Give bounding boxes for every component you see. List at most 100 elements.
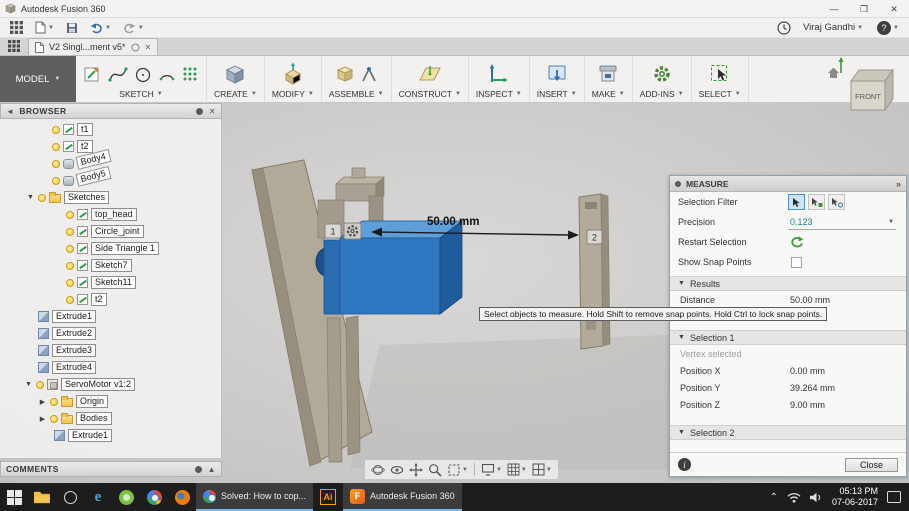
tab-close-icon[interactable]: ✕ bbox=[145, 43, 152, 52]
browser-item-label[interactable]: ServoMotor v1:2 bbox=[61, 378, 136, 391]
network-icon[interactable] bbox=[787, 492, 801, 503]
redo-button[interactable]: ▼ bbox=[121, 19, 146, 37]
data-panel-toggle[interactable] bbox=[0, 37, 28, 55]
create-solid-icon[interactable] bbox=[223, 62, 247, 86]
servo-side-face[interactable] bbox=[439, 220, 463, 315]
save-button[interactable] bbox=[64, 19, 80, 37]
browser-item-label[interactable]: Bodies bbox=[76, 412, 112, 425]
browser-item-extrude1-child[interactable]: Extrude1 bbox=[0, 427, 113, 444]
chrome-icon[interactable] bbox=[140, 483, 168, 511]
expand-arrow-icon[interactable]: ▼ bbox=[24, 381, 33, 388]
inspect-menu[interactable]: INSPECT ▼ bbox=[476, 89, 522, 99]
filter-body-button[interactable] bbox=[788, 194, 805, 210]
make-menu[interactable]: MAKE ▼ bbox=[592, 89, 625, 99]
modify-menu[interactable]: MODIFY ▼ bbox=[272, 89, 314, 99]
pattern-tool-icon[interactable] bbox=[181, 65, 199, 83]
browser-item-label[interactable]: Extrude2 bbox=[52, 327, 97, 340]
browser-item-label[interactable]: Extrude4 bbox=[52, 361, 97, 374]
browser-item-label[interactable]: top_head bbox=[91, 208, 137, 221]
document-tab[interactable]: V2 Singl...ment v5* ✕ bbox=[28, 38, 159, 55]
browser-item-label[interactable]: Circle_joint bbox=[91, 225, 144, 238]
expand-arrow-icon[interactable]: ▼ bbox=[26, 194, 35, 201]
visibility-bulb-icon[interactable] bbox=[66, 227, 74, 236]
start-button[interactable] bbox=[0, 483, 28, 511]
show-snap-points-checkbox[interactable] bbox=[791, 256, 802, 268]
results-section-header[interactable]: ▼ Results bbox=[670, 276, 906, 291]
browser-item-origin[interactable]: ▶ Origin bbox=[0, 393, 109, 410]
workspace-selector[interactable]: MODEL ▼ bbox=[0, 56, 76, 102]
servo-flange[interactable] bbox=[323, 239, 341, 315]
construction-plane-icon[interactable] bbox=[417, 63, 443, 85]
browser-item-label[interactable]: Extrude1 bbox=[68, 429, 113, 442]
cortana-icon[interactable] bbox=[56, 483, 84, 511]
action-center-icon[interactable] bbox=[887, 491, 901, 503]
browser-item-extrude1[interactable]: Extrude1 bbox=[0, 308, 97, 325]
info-icon[interactable]: i bbox=[678, 458, 691, 471]
visibility-bulb-icon[interactable] bbox=[66, 244, 74, 253]
display-settings-menu[interactable]: ▼ bbox=[479, 461, 504, 478]
bracket-leg-left[interactable] bbox=[326, 317, 343, 463]
browser-item-side-triangle[interactable]: Side Triangle 1 bbox=[0, 240, 160, 257]
circle-tool-icon[interactable] bbox=[133, 64, 153, 84]
measure-tool-icon[interactable] bbox=[488, 63, 510, 85]
browser-item-label[interactable]: Extrude3 bbox=[52, 344, 97, 357]
browser-item-label[interactable]: Side Triangle 1 bbox=[91, 242, 160, 255]
browser-item-t2[interactable]: t2 bbox=[0, 138, 93, 155]
help-menu[interactable]: ? ▼ bbox=[875, 19, 901, 37]
visibility-bulb-icon[interactable] bbox=[52, 142, 60, 151]
visibility-bulb-icon[interactable] bbox=[38, 193, 46, 202]
browser-item-sketch7[interactable]: Sketch7 bbox=[0, 257, 132, 274]
panel-close-icon[interactable]: ✕ bbox=[209, 107, 216, 116]
browser-item-sketches-folder[interactable]: ▼ Sketches bbox=[0, 189, 110, 206]
selection2-section-header[interactable]: ▼ Selection 2 bbox=[670, 425, 906, 440]
construct-menu[interactable]: CONSTRUCT ▼ bbox=[399, 89, 461, 99]
viewcube-home-icon[interactable] bbox=[828, 67, 839, 79]
browser-item-label[interactable]: Sketches bbox=[64, 191, 110, 204]
add-ins-gear-icon[interactable] bbox=[651, 63, 673, 85]
visibility-bulb-icon[interactable] bbox=[50, 397, 58, 406]
volume-icon[interactable] bbox=[809, 492, 823, 503]
collapsed-arrow-icon[interactable]: ▶ bbox=[38, 398, 47, 406]
precision-dropdown[interactable]: 0.123 ▼ bbox=[788, 215, 896, 230]
browser-item-label[interactable]: t1 bbox=[77, 123, 93, 136]
file-explorer-icon[interactable] bbox=[28, 483, 56, 511]
insert-icon[interactable] bbox=[546, 63, 568, 85]
browser-item-label[interactable]: Sketch11 bbox=[91, 276, 136, 289]
fit-tool[interactable]: ▼ bbox=[445, 461, 470, 478]
spline-tool-icon[interactable] bbox=[108, 64, 128, 84]
browser-item-label[interactable]: Sketch7 bbox=[91, 259, 132, 272]
tor-browser-icon[interactable] bbox=[112, 483, 140, 511]
app-grid-button[interactable] bbox=[8, 19, 25, 37]
panel-dot-icon[interactable] bbox=[195, 107, 203, 115]
tray-expand-icon[interactable]: ⌃ bbox=[770, 492, 778, 503]
user-account-menu[interactable]: Viraj Gandhi ▼ bbox=[801, 19, 865, 37]
collapsed-arrow-icon[interactable]: ▶ bbox=[38, 415, 47, 423]
insert-menu[interactable]: INSERT ▼ bbox=[537, 89, 577, 99]
grid-snaps-menu[interactable]: ▼ bbox=[505, 461, 529, 478]
browser-item-extrude2[interactable]: Extrude2 bbox=[0, 325, 97, 342]
collapse-left-icon[interactable]: ◄ bbox=[6, 107, 14, 116]
edge-browser-icon[interactable]: e bbox=[84, 483, 112, 511]
viewcube[interactable]: FRONT bbox=[827, 57, 899, 117]
selection1-section-header[interactable]: ▼ Selection 1 bbox=[670, 330, 906, 345]
assemble-menu[interactable]: ASSEMBLE ▼ bbox=[329, 89, 384, 99]
visibility-bulb-icon[interactable] bbox=[66, 295, 74, 304]
create-sketch-icon[interactable] bbox=[83, 64, 103, 84]
bracket-leg-right[interactable] bbox=[345, 315, 361, 456]
comments-bar[interactable]: COMMENTS ▲ bbox=[0, 461, 222, 477]
minimize-button[interactable]: — bbox=[819, 0, 849, 18]
browser-item-top-head[interactable]: top_head bbox=[0, 206, 137, 223]
expand-up-icon[interactable]: ▲ bbox=[208, 465, 216, 474]
browser-item-t2-sketch[interactable]: t2 bbox=[0, 291, 107, 308]
look-at-tool[interactable] bbox=[388, 461, 406, 478]
measure-close-button[interactable]: Close bbox=[844, 457, 898, 472]
file-menu-button[interactable]: ▼ bbox=[33, 19, 56, 37]
select-tool-icon[interactable] bbox=[709, 63, 731, 85]
press-pull-icon[interactable] bbox=[281, 62, 305, 86]
browser-item-label[interactable]: t2 bbox=[91, 293, 107, 306]
sketch-menu[interactable]: SKETCH ▼ bbox=[119, 89, 162, 99]
bracket-knob[interactable] bbox=[351, 167, 366, 179]
servo-front-face[interactable] bbox=[339, 237, 441, 315]
browser-item-sketch11[interactable]: Sketch11 bbox=[0, 274, 136, 291]
pan-tool[interactable] bbox=[407, 461, 425, 478]
